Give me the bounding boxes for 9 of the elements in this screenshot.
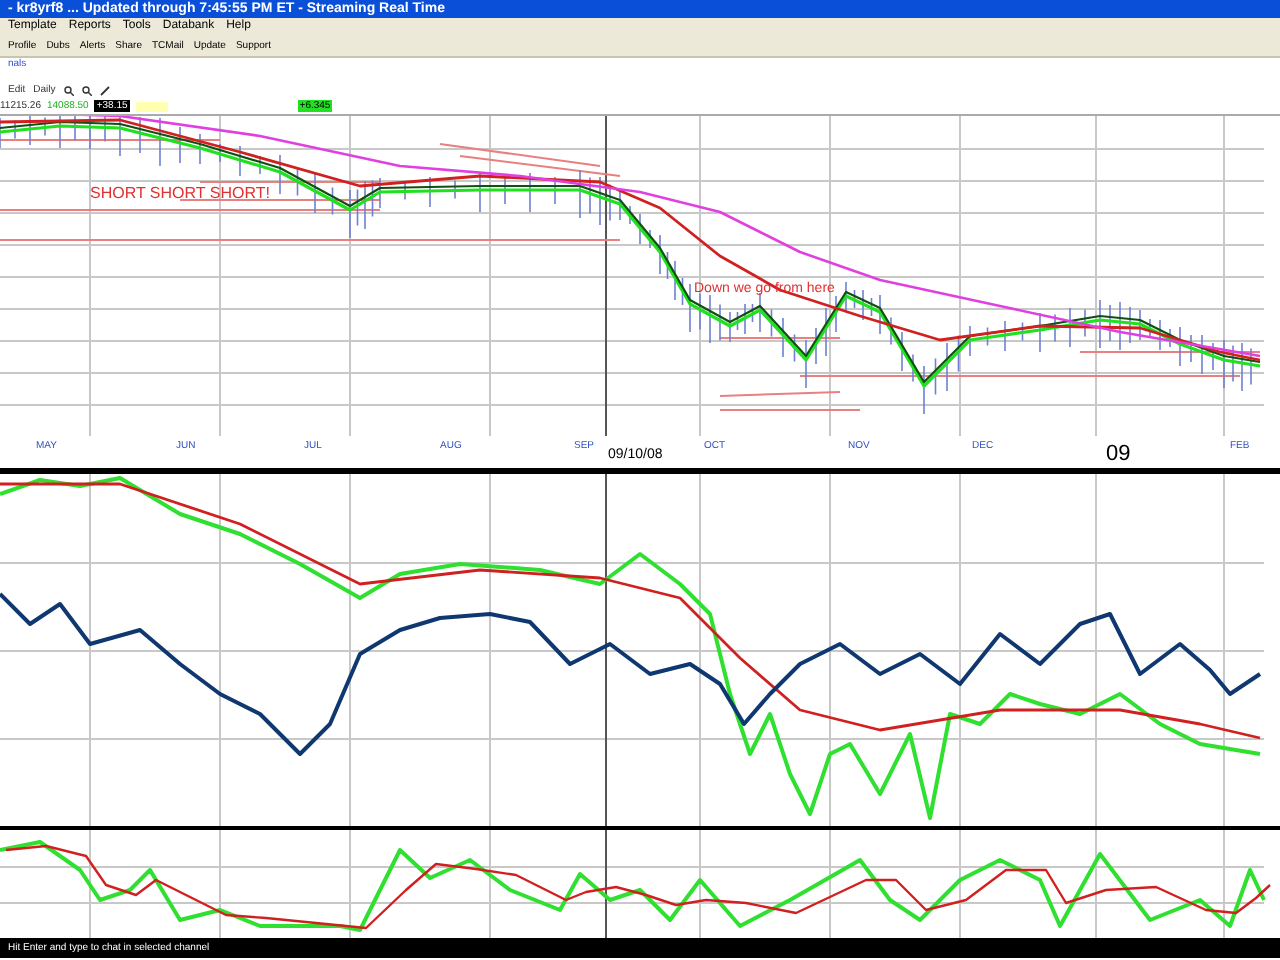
highlight-bar [135,101,168,111]
year-label: 09 [1106,442,1131,466]
trend-line [719,391,841,397]
zoom-in-icon[interactable] [63,85,74,95]
trend-line [719,409,861,411]
zoom-out-icon[interactable] [81,85,92,95]
trend-line [719,337,841,339]
chart-annotation: SHORT SHORT SHORT! [90,184,270,202]
pencil-icon[interactable] [99,85,110,95]
